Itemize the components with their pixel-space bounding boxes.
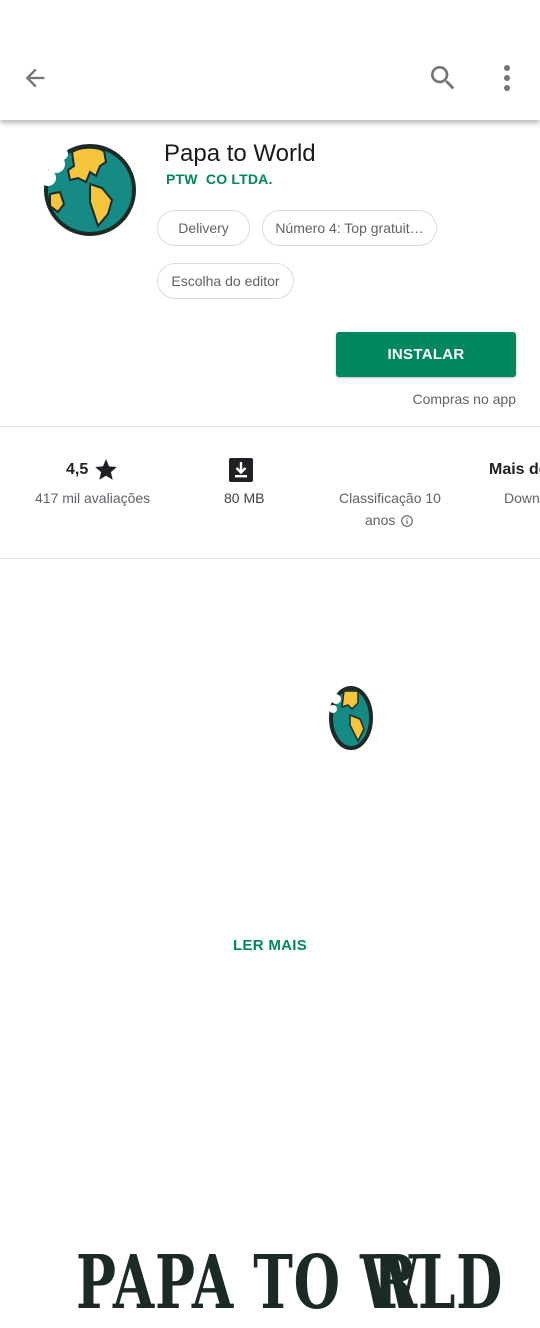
logo-text-right: RLD [373, 1240, 504, 1326]
in-app-purchases-label: Compras no app [412, 391, 516, 407]
chip-editors-choice[interactable]: Escolha do editor [157, 263, 294, 299]
arrow-back-icon [25, 68, 45, 88]
size-value: 80 MB [224, 490, 265, 506]
developer-link[interactable]: PTW CO LTDA. [166, 171, 273, 187]
logo-text-left: PAPA TO W [76, 1240, 421, 1326]
rating-value: 4,5 [66, 461, 89, 478]
download-icon [229, 458, 253, 482]
read-more-link[interactable]: LER MAIS [0, 937, 540, 954]
globe-icon [40, 144, 136, 236]
more-vert-icon [504, 65, 510, 91]
downloads-value: Mais de [489, 461, 540, 478]
classification-line1: Classificação 10 [339, 490, 441, 506]
info-icon [401, 515, 413, 527]
search-button[interactable] [421, 57, 465, 99]
app-bar [0, 0, 540, 120]
globe-logo-icon [329, 686, 373, 750]
screenshot-banner[interactable]: PAPA TO W RLD [0, 560, 540, 1326]
app-icon [40, 142, 136, 238]
classification-line2: anos [365, 512, 396, 528]
rating-count-label: 417 mil avaliações [35, 490, 151, 506]
star-icon [95, 459, 117, 480]
more-options-button[interactable] [488, 57, 526, 99]
search-icon [431, 66, 455, 90]
chip-top-rank[interactable]: Número 4: Top gratuit… [262, 210, 437, 246]
downloads-label: Down [504, 490, 540, 506]
app-title: Papa to World [164, 140, 316, 167]
divider [0, 426, 540, 427]
install-button[interactable]: INSTALAR [336, 332, 516, 377]
divider [0, 558, 540, 559]
chip-category[interactable]: Delivery [157, 210, 250, 246]
back-button[interactable] [14, 57, 56, 99]
